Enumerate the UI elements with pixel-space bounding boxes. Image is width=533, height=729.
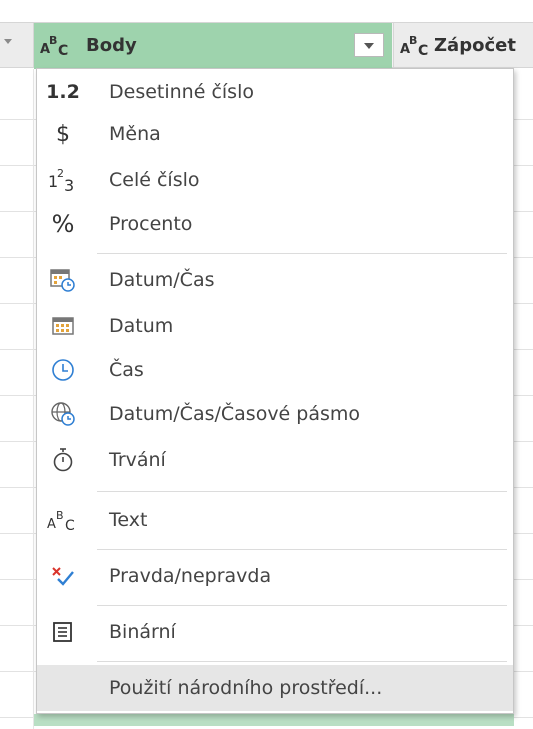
svg-text:3: 3: [64, 176, 74, 195]
datetime-icon: [37, 257, 89, 303]
menu-separator: [97, 253, 507, 254]
menu-item-label: Desetinné číslo: [109, 81, 254, 103]
menu-item-label: Datum: [109, 315, 174, 337]
decimal-number-icon: 1.2: [46, 81, 80, 103]
menu-item-date[interactable]: Datum: [37, 303, 513, 349]
menu-item-label: Procento: [109, 213, 193, 235]
next-column-header[interactable]: ABC Zápočet: [393, 23, 533, 67]
percent-icon: %: [51, 210, 75, 238]
text-type-icon: ABC: [47, 509, 75, 534]
menu-separator: [97, 605, 507, 606]
menu-item-duration[interactable]: Trvání: [37, 437, 513, 483]
text-type-icon[interactable]: ABC: [400, 33, 432, 59]
menu-item-label: Text: [109, 509, 148, 531]
active-column-cells: [34, 714, 514, 726]
datetime-timezone-icon: [37, 391, 89, 437]
menu-item-datetime-timezone[interactable]: Datum/Čas/Časové pásmo: [37, 391, 513, 437]
svg-text:2: 2: [57, 167, 64, 180]
menu-item-text[interactable]: ABC Text: [37, 497, 513, 543]
menu-item-datetime[interactable]: Datum/Čas: [37, 257, 513, 303]
binary-icon: [37, 609, 89, 655]
menu-item-true-false[interactable]: Pravda/nepravda: [37, 553, 513, 599]
whole-number-icon: 1 2 3: [37, 157, 89, 203]
body-column-title: Body: [86, 35, 137, 56]
true-false-icon: [37, 553, 89, 599]
body-column-header[interactable]: ABC Body: [34, 23, 392, 67]
menu-item-label: Měna: [109, 123, 161, 145]
menu-separator: [97, 661, 507, 662]
menu-item-label: Binární: [109, 621, 176, 643]
column-header-row: ABC Body ABC Zápočet: [0, 22, 533, 68]
menu-separator: [97, 491, 507, 492]
menu-item-label: Pravda/nepravda: [109, 565, 272, 587]
text-type-icon[interactable]: ABC: [40, 33, 72, 59]
previous-column-dropdown-icon[interactable]: [4, 39, 12, 44]
menu-item-label: Datum/Čas/Časové pásmo: [109, 403, 361, 425]
menu-item-using-locale[interactable]: Použití národního prostředí...: [37, 665, 513, 711]
menu-separator: [97, 549, 507, 550]
menu-item-time[interactable]: Čas: [37, 347, 513, 393]
menu-item-decimal-number[interactable]: 1.2 Desetinné číslo: [37, 69, 513, 115]
menu-item-label: Datum/Čas: [109, 269, 215, 291]
previous-column-header[interactable]: [0, 23, 34, 67]
menu-item-binary[interactable]: Binární: [37, 609, 513, 655]
menu-item-whole-number[interactable]: 1 2 3 Celé číslo: [37, 157, 513, 203]
data-type-menu: 1.2 Desetinné číslo $ Měna 1 2 3 Celé čí…: [36, 68, 514, 714]
menu-item-label: Použití národního prostředí...: [109, 677, 383, 699]
date-icon: [37, 303, 89, 349]
column-filter-dropdown-button[interactable]: [354, 33, 384, 57]
time-icon: [37, 347, 89, 393]
menu-item-currency[interactable]: $ Měna: [37, 111, 513, 157]
menu-item-label: Čas: [109, 359, 144, 381]
currency-icon: $: [56, 121, 70, 147]
next-column-title: Zápočet: [434, 35, 516, 56]
duration-icon: [37, 437, 89, 483]
menu-item-label: Trvání: [109, 449, 166, 471]
menu-item-percent[interactable]: % Procento: [37, 201, 513, 247]
menu-item-label: Celé číslo: [109, 169, 200, 191]
